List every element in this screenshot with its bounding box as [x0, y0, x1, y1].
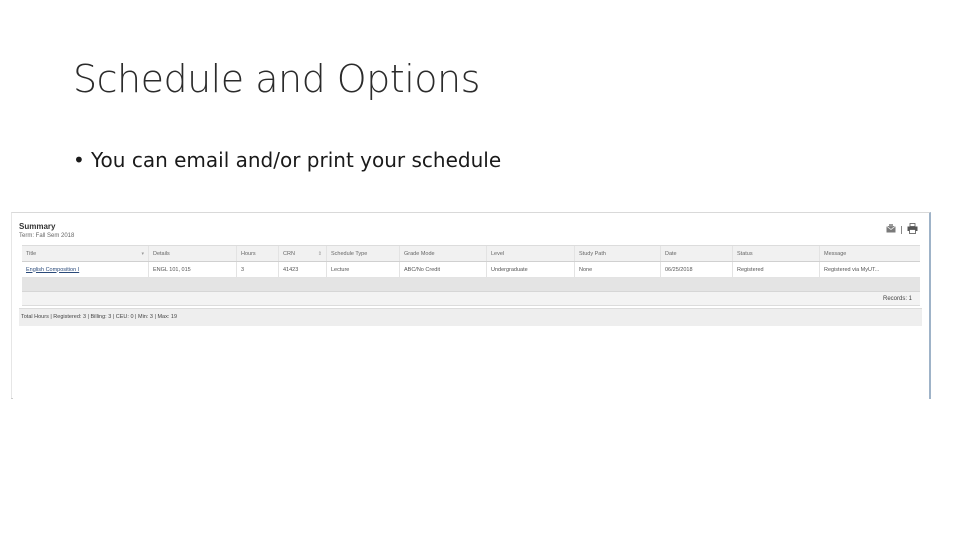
cell-grade-mode: ABC/No Credit: [400, 262, 487, 277]
cell-details: ENGL 101, 015: [149, 262, 237, 277]
column-header-status[interactable]: Status: [733, 246, 820, 261]
column-header-study-path[interactable]: Study Path: [575, 246, 661, 261]
sort-down-icon[interactable]: ▾: [141, 251, 144, 257]
cell-level: Undergraduate: [487, 262, 575, 277]
records-count: Records: 1: [882, 296, 912, 302]
column-header-title[interactable]: Title ▾: [22, 246, 149, 261]
schedule-table: Title ▾ Details Hours CRN ⇕ Schedule Type …: [22, 245, 920, 306]
table-header-row: Title ▾ Details Hours CRN ⇕ Schedule Type …: [22, 245, 920, 262]
column-header-message[interactable]: Message: [820, 246, 920, 261]
column-header-level[interactable]: Level: [487, 246, 575, 261]
column-header-hours[interactable]: Hours: [237, 246, 279, 261]
panel-corner-line: [11, 398, 13, 399]
column-header-schedule-type[interactable]: Schedule Type: [327, 246, 400, 261]
term-label: Term: Fall Sem 2018: [19, 233, 75, 239]
cell-crn: 41423: [279, 262, 327, 277]
bullet-text: You can email and/or print your schedule: [91, 148, 502, 172]
cell-title[interactable]: English Composition I: [22, 262, 149, 277]
cell-status: Registered: [733, 262, 820, 277]
column-header-grade-mode[interactable]: Grade Mode: [400, 246, 487, 261]
toolbar-separator: [901, 226, 902, 234]
total-hours-bar: Total Hours | Registered: 3 | Billing: 3…: [19, 308, 922, 326]
slide-title: Schedule and Options: [73, 57, 480, 101]
table-footer-band: [22, 278, 920, 292]
column-header-details[interactable]: Details: [149, 246, 237, 261]
email-icon[interactable]: [886, 224, 896, 233]
bullet-point: • You can email and/or print your schedul…: [73, 148, 501, 172]
cell-date: 06/25/2018: [661, 262, 733, 277]
cell-schedule-type: Lecture: [327, 262, 400, 277]
cell-hours: 3: [237, 262, 279, 277]
bullet-dot: •: [73, 148, 85, 172]
sort-icon[interactable]: ⇕: [318, 251, 322, 257]
table-row: English Composition I ENGL 101, 015 3 41…: [22, 262, 920, 278]
cell-study-path: None: [575, 262, 661, 277]
schedule-summary-panel: Summary Term: Fall Sem 2018 Title ▾ Detai…: [11, 212, 931, 399]
column-header-date[interactable]: Date: [661, 246, 733, 261]
column-header-crn[interactable]: CRN ⇕: [279, 246, 327, 261]
summary-heading: Summary: [19, 222, 56, 231]
cell-message: Registered via MyUT...: [824, 266, 880, 273]
print-icon[interactable]: [907, 223, 918, 234]
course-title-link[interactable]: English Composition I: [26, 267, 79, 273]
records-bar: Records: 1: [22, 292, 920, 306]
